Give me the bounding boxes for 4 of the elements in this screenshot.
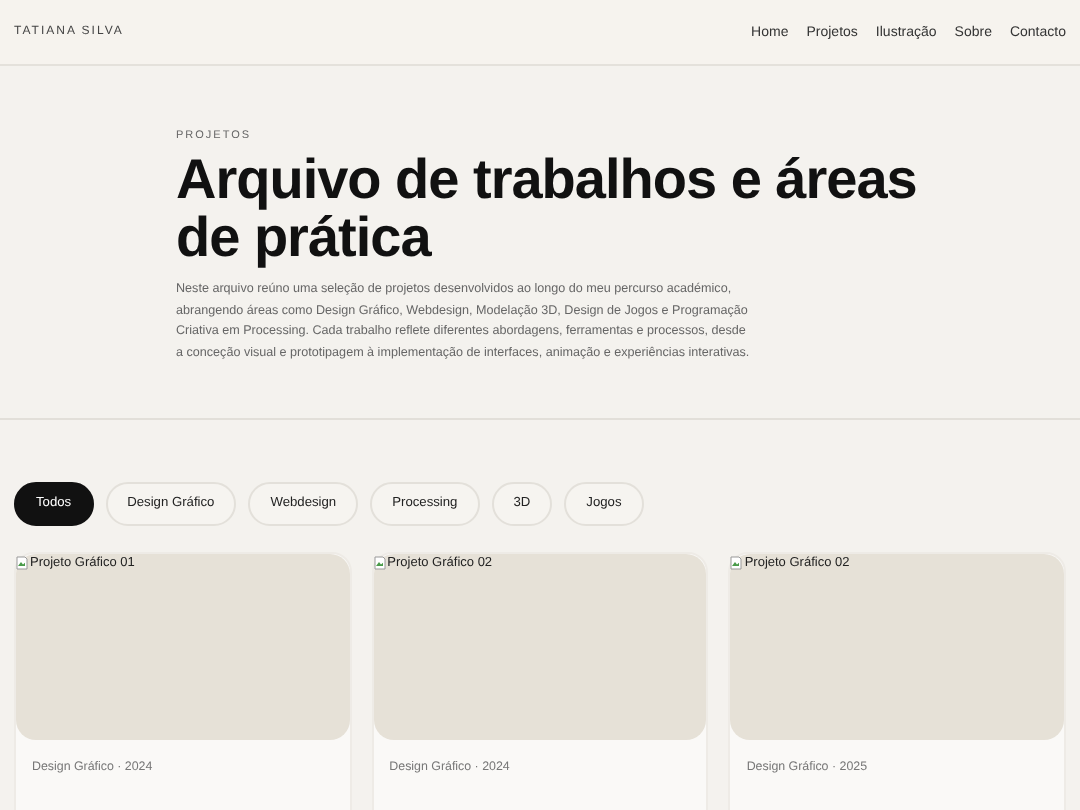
page-title: Arquivo de trabalhos e áreas de prática [176, 150, 919, 266]
broken-image-icon [373, 555, 386, 570]
broken-image-icon [730, 555, 743, 570]
broken-image-icon [16, 555, 28, 570]
